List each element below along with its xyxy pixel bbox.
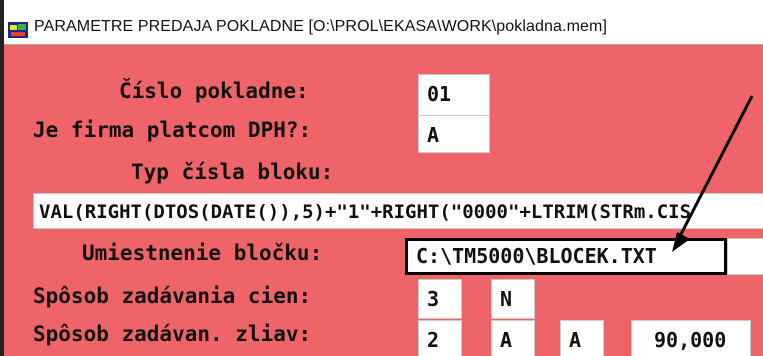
annotation-arrow [672,95,754,252]
dialog-window: PARAMETRE PREDAJA POKLADNE [O:\PROL\EKAS… [0,0,763,356]
